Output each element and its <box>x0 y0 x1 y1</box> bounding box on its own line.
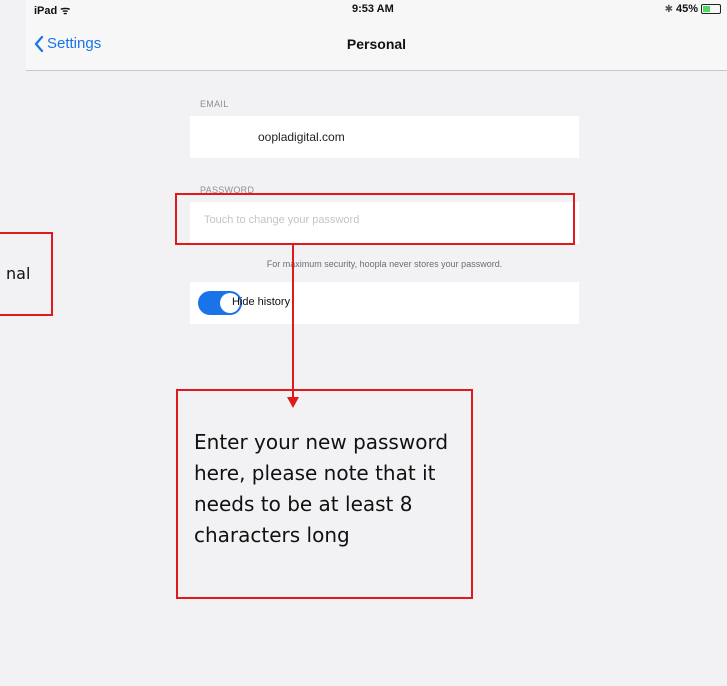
email-row[interactable]: oopladigital.com <box>190 116 579 158</box>
left-annotation-text: nal <box>6 264 31 283</box>
password-highlight-box <box>175 193 575 245</box>
navigation-bar: Settings Personal <box>26 22 727 71</box>
callout-text: Enter your new password here, please not… <box>194 430 449 547</box>
status-time: 9:53 AM <box>352 3 394 15</box>
callout-box: Enter your new password here, please not… <box>176 389 473 599</box>
battery-icon <box>701 4 721 14</box>
hide-history-row: Hide history <box>190 282 579 324</box>
email-section-label: EMAIL <box>200 99 229 109</box>
email-value: oopladigital.com <box>258 130 345 144</box>
hide-history-label: Hide history <box>232 296 291 308</box>
battery-percent: 45% <box>675 3 698 15</box>
battery-indicator: ✱ 45% <box>665 3 721 15</box>
annotation-arrow <box>287 245 299 408</box>
carrier-label: iPad ᯤ <box>34 5 71 17</box>
left-annotation-box: nal <box>0 232 53 316</box>
password-security-note: For maximum security, hoopla never store… <box>266 259 503 269</box>
bluetooth-icon: ✱ <box>664 3 673 15</box>
page-title: Personal <box>346 36 407 52</box>
status-bar: iPad ᯤ 9:53 AM ✱ 45% <box>26 0 727 22</box>
